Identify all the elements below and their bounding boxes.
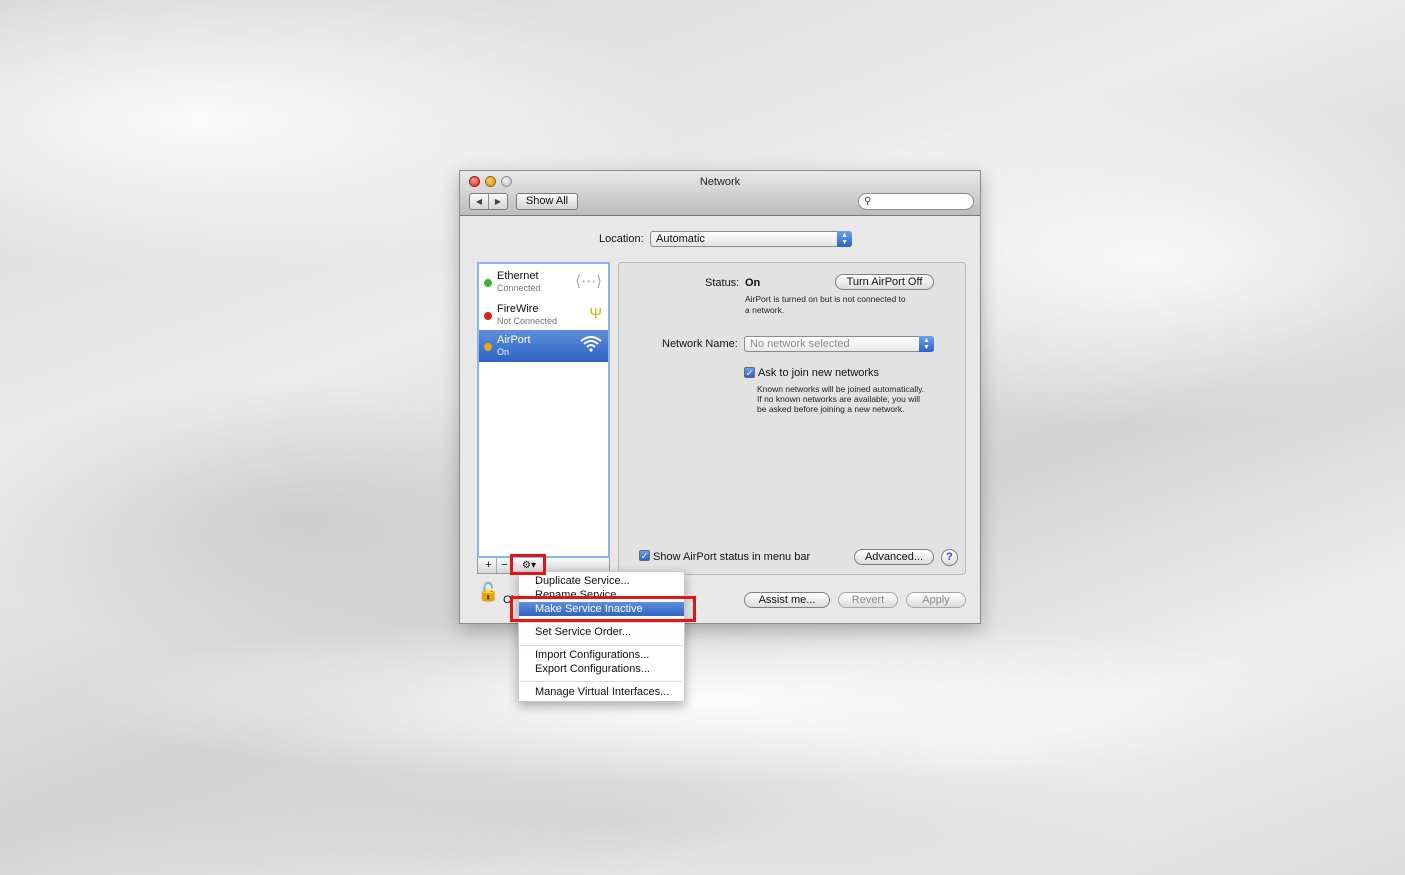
highlight-box-make-inactive (510, 596, 696, 622)
menu-separator (520, 622, 683, 623)
service-name: Ethernet (497, 270, 539, 282)
menu-separator (520, 681, 683, 682)
ask-join-description-1: Known networks will be joined automatica… (757, 384, 925, 394)
ask-join-checkbox[interactable]: ✓ (744, 367, 755, 378)
service-list: Ethernet Connected ⟨⋯⟩ FireWire Not Conn… (477, 262, 610, 558)
status-dot-red-icon (484, 312, 492, 320)
back-button[interactable]: ◀ (470, 194, 489, 209)
menu-item-manage-virtual-interfaces[interactable]: Manage Virtual Interfaces... (519, 685, 684, 699)
menu-item-import-configurations[interactable]: Import Configurations... (519, 648, 684, 662)
status-dot-green-icon (484, 279, 492, 287)
status-description-2: a network. (745, 305, 785, 315)
firewire-icon: Ψ (589, 305, 602, 322)
detail-panel: Status: On Turn AirPort Off AirPort is t… (618, 262, 966, 575)
location-value: Automatic (656, 233, 705, 245)
location-select[interactable]: Automatic ▲ ▼ (650, 231, 852, 247)
search-icon: ⚲ (864, 196, 872, 207)
search-input[interactable]: ⚲ (858, 193, 974, 210)
forward-button[interactable]: ▶ (489, 194, 507, 209)
location-label: Location: (599, 233, 644, 245)
service-item-firewire[interactable]: FireWire Not Connected Ψ (479, 299, 608, 331)
assist-me-button[interactable]: Assist me... (744, 592, 830, 608)
show-status-label: Show AirPort status in menu bar (653, 551, 811, 563)
menu-item-set-service-order[interactable]: Set Service Order... (519, 625, 684, 639)
show-all-button[interactable]: Show All (516, 193, 578, 210)
ask-join-description-3: be asked before joining a new network. (757, 404, 905, 414)
window-title: Network (699, 176, 741, 188)
help-button[interactable]: ? (941, 549, 958, 566)
show-status-checkbox[interactable]: ✓ (639, 550, 650, 561)
service-item-airport[interactable]: AirPort On (479, 330, 608, 362)
ask-join-label: Ask to join new networks (758, 367, 880, 379)
service-status: On (497, 347, 510, 357)
lock-icon[interactable]: 🔓 (477, 582, 499, 603)
status-dot-yellow-icon (484, 343, 492, 351)
ask-join-description-2: If no known networks are available, you … (757, 394, 920, 404)
menu-item-rename-service[interactable]: Rename Service... (519, 588, 684, 596)
turn-airport-off-button[interactable]: Turn AirPort Off (835, 274, 934, 290)
service-status: Not Connected (497, 316, 558, 326)
highlight-box-gear (510, 554, 546, 575)
service-item-ethernet[interactable]: Ethernet Connected ⟨⋯⟩ (479, 266, 608, 298)
apply-button[interactable]: Apply (906, 592, 966, 608)
add-service-button[interactable]: + (481, 558, 497, 573)
service-name: FireWire (497, 303, 539, 315)
menu-item-export-configurations[interactable]: Export Configurations... (519, 662, 684, 676)
network-name-value: No network selected (750, 338, 850, 350)
revert-button[interactable]: Revert (838, 592, 898, 608)
updown-arrows-icon: ▲ ▼ (919, 336, 934, 352)
updown-arrows-icon: ▲ ▼ (837, 231, 852, 247)
status-description-1: AirPort is turned on but is not connecte… (745, 294, 906, 304)
nav-buttons: ◀ ▶ (469, 193, 508, 210)
status-label: Status: (705, 277, 740, 289)
gear-context-menu: Duplicate Service... Rename Service... M… (518, 571, 685, 702)
network-name-select[interactable]: No network selected ▲ ▼ (744, 336, 934, 352)
network-name-label: Network Name: (662, 338, 738, 350)
menu-separator (520, 645, 683, 646)
service-status: Connected (497, 283, 541, 293)
service-name: AirPort (497, 334, 531, 346)
status-value: On (745, 277, 761, 289)
menu-item-duplicate-service[interactable]: Duplicate Service... (519, 574, 684, 588)
advanced-button[interactable]: Advanced... (854, 549, 934, 565)
ethernet-arrows-icon: ⟨⋯⟩ (575, 273, 602, 290)
wifi-icon (580, 336, 602, 356)
title-bar: Network ◀ ▶ Show All ⚲ (460, 171, 980, 216)
